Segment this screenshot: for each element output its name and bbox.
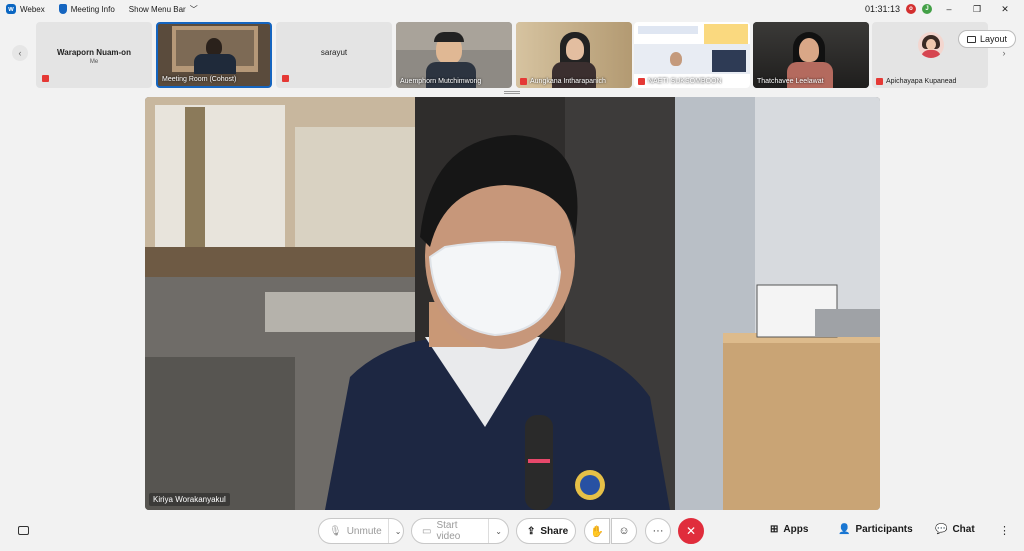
overflow-menu-icon[interactable]: ⋮ bbox=[999, 524, 1010, 537]
participant-caption: Auemphorn Mutchimwong bbox=[400, 78, 481, 85]
participant-tile-6[interactable]: Thatchavee Leelawat bbox=[753, 22, 869, 88]
layout-label: Layout bbox=[979, 34, 1007, 44]
hand-icon: ✋ bbox=[590, 525, 604, 538]
reactions-button[interactable]: ☺ bbox=[611, 518, 637, 544]
apps-icon: ⊞ bbox=[770, 524, 779, 535]
participant-avatar bbox=[918, 32, 944, 58]
meeting-info-button[interactable]: Meeting Info bbox=[58, 4, 115, 14]
apps-button[interactable]: ⊞ Apps bbox=[770, 524, 808, 535]
participant-me-label: Me bbox=[89, 59, 99, 65]
participant-name: NAETI SUKSOMBOON bbox=[648, 78, 722, 85]
main-video-stage[interactable]: Kiriya Worakanyakul bbox=[145, 97, 880, 510]
participant-name: Apichayapa Kupanead bbox=[886, 78, 957, 85]
share-icon: ⇪ bbox=[527, 525, 536, 537]
share-button[interactable]: ⇪ Share bbox=[516, 518, 576, 544]
mic-muted-icon bbox=[876, 78, 883, 85]
participants-icon: 👤 bbox=[838, 524, 851, 535]
unmute-button[interactable]: 🎙 Unmute ⌄ bbox=[318, 518, 404, 544]
strip-resize-handle[interactable] bbox=[504, 91, 520, 94]
chevron-down-icon: ﹀ bbox=[189, 4, 198, 14]
chevron-right-icon[interactable]: › bbox=[996, 45, 1012, 61]
participant-caption: Thatchavee Leelawat bbox=[757, 78, 824, 85]
raise-hand-button[interactable]: ✋ bbox=[584, 518, 610, 544]
captions-icon[interactable] bbox=[18, 526, 29, 535]
more-options-button[interactable]: ··· bbox=[645, 518, 671, 544]
unmute-label: Unmute bbox=[346, 525, 382, 537]
video-off-icon: ▭ bbox=[422, 525, 432, 537]
title-bar: w Webex Meeting Info Show Menu Bar ﹀ 01:… bbox=[0, 0, 1024, 18]
participant-name: Auemphorn Mutchimwong bbox=[400, 78, 482, 85]
chat-button[interactable]: 💬 Chat bbox=[935, 524, 975, 535]
app-name: Webex bbox=[20, 4, 45, 14]
emoji-icon: ☺ bbox=[618, 525, 630, 537]
show-menu-bar-label: Show Menu Bar bbox=[128, 4, 186, 14]
participant-name: Waraporn Nuam-on bbox=[57, 48, 131, 57]
participant-tile-5[interactable]: NAETI SUKSOMBOON bbox=[634, 22, 750, 88]
mic-muted-icon bbox=[282, 75, 289, 82]
chat-icon: 💬 bbox=[935, 524, 948, 535]
shield-icon bbox=[58, 4, 67, 14]
participant-tile-3[interactable]: Auemphorn Mutchimwong bbox=[396, 22, 512, 88]
active-speaker-name: Kiriya Worakanyakul bbox=[149, 493, 230, 506]
start-video-button[interactable]: ▭ Start video ⌄ bbox=[411, 518, 509, 544]
participants-button[interactable]: 👤 Participants bbox=[838, 524, 913, 535]
share-label: Share bbox=[540, 525, 569, 537]
chevron-left-icon[interactable]: ‹ bbox=[12, 45, 28, 61]
chat-label: Chat bbox=[952, 524, 975, 535]
participant-name: Aungkana Intharapanich bbox=[530, 78, 606, 85]
participant-tile-2[interactable]: sarayut bbox=[276, 22, 392, 88]
participants-label: Participants bbox=[855, 524, 913, 535]
restore-button[interactable]: ❐ bbox=[966, 0, 988, 18]
meeting-info-label: Meeting Info bbox=[70, 4, 115, 14]
webex-logo-icon: w bbox=[6, 4, 16, 14]
unmute-main[interactable]: 🎙 Unmute bbox=[319, 519, 389, 543]
participant-caption: Aungkana Intharapanich bbox=[520, 78, 606, 85]
participant-tile-1[interactable]: Meeting Room (Cohost) bbox=[156, 22, 272, 88]
minimize-button[interactable]: – bbox=[938, 0, 960, 18]
chevron-down-icon[interactable]: ⌄ bbox=[389, 527, 408, 536]
participant-name: Thatchavee Leelawat bbox=[757, 78, 824, 85]
meeting-timer: 01:31:13 bbox=[864, 4, 900, 14]
end-meeting-button[interactable]: ✕ bbox=[678, 518, 704, 544]
app-title: w Webex bbox=[6, 4, 45, 14]
mic-muted-icon bbox=[42, 75, 49, 82]
participant-caption: Meeting Room (Cohost) bbox=[162, 76, 236, 83]
mic-muted-icon bbox=[638, 78, 645, 85]
meeting-controls: 🎙 Unmute ⌄ ▭ Start video ⌄ ⇪ Share ✋ ☺ ·… bbox=[0, 516, 1024, 548]
layout-icon bbox=[966, 35, 976, 43]
user-avatar-icon[interactable]: J bbox=[922, 4, 932, 14]
mic-off-icon: 🎙 bbox=[329, 525, 342, 537]
chevron-down-icon[interactable]: ⌄ bbox=[489, 527, 508, 536]
participant-tile-4[interactable]: Aungkana Intharapanich bbox=[516, 22, 632, 88]
show-menu-bar-button[interactable]: Show Menu Bar ﹀ bbox=[129, 4, 198, 15]
start-video-main[interactable]: ▭ Start video bbox=[412, 519, 490, 543]
mic-muted-icon bbox=[520, 78, 527, 85]
start-video-label: Start video bbox=[436, 520, 461, 542]
participant-strip: ‹ Waraporn Nuam-on Me Meeting Room (Coho… bbox=[0, 22, 1024, 88]
participant-caption: NAETI SUKSOMBOON bbox=[638, 78, 722, 85]
participant-name: Meeting Room (Cohost) bbox=[162, 76, 237, 83]
participant-tile-0[interactable]: Waraporn Nuam-on Me bbox=[36, 22, 152, 88]
participant-caption: Apichayapa Kupanead bbox=[876, 78, 956, 85]
participant-name: sarayut bbox=[320, 48, 348, 57]
speaker-video-frame bbox=[145, 97, 880, 510]
apps-label: Apps bbox=[783, 524, 809, 535]
recording-badge-icon[interactable]: o bbox=[906, 4, 916, 14]
close-window-button[interactable]: ✕ bbox=[994, 0, 1016, 18]
